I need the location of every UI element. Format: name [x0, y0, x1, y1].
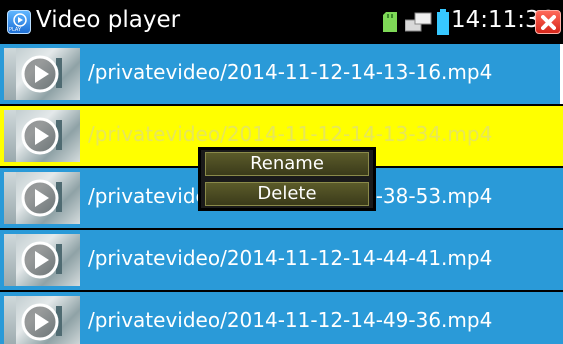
- app-icon-tag: PLAY: [9, 27, 22, 33]
- file-row[interactable]: /privatevideo/2014-11-12-14-44-41.mp4: [0, 230, 563, 292]
- context-menu: Rename Delete: [198, 147, 376, 211]
- video-thumbnail: [4, 110, 80, 162]
- network-icon: [404, 11, 433, 37]
- file-name: /privatevideo/2014-11-12-14-13-16.mp4: [88, 60, 493, 84]
- battery-icon: [437, 9, 449, 39]
- play-icon: [21, 241, 59, 279]
- play-icon: [21, 117, 59, 155]
- file-name: /privatevideo/2014-11-12-14-13-34.mp4: [88, 122, 493, 146]
- close-icon: [541, 15, 556, 30]
- sd-card-icon: [383, 12, 397, 36]
- video-thumbnail: [4, 172, 80, 224]
- play-icon: [21, 303, 59, 341]
- play-icon: [21, 55, 59, 93]
- play-icon: [21, 179, 59, 217]
- file-name: /privatevideo/2014-11-12-14-49-36.mp4: [88, 308, 493, 332]
- video-thumbnail: [4, 48, 80, 100]
- file-name: /privatevideo/2014-11-12-14-44-41.mp4: [88, 246, 493, 270]
- title-bar: PLAY Video player 14:11:36: [0, 0, 563, 44]
- video-thumbnail: [4, 234, 80, 286]
- play-app-icon: PLAY: [7, 10, 31, 34]
- rename-menu-item[interactable]: Rename: [205, 152, 369, 176]
- video-thumbnail: [4, 296, 80, 344]
- file-row[interactable]: /privatevideo/2014-11-12-14-49-36.mp4: [0, 292, 563, 344]
- close-button[interactable]: [535, 10, 561, 34]
- file-row[interactable]: /privatevideo/2014-11-12-14-13-16.mp4: [0, 44, 563, 106]
- delete-menu-item[interactable]: Delete: [205, 182, 369, 206]
- page-title: Video player: [36, 7, 181, 33]
